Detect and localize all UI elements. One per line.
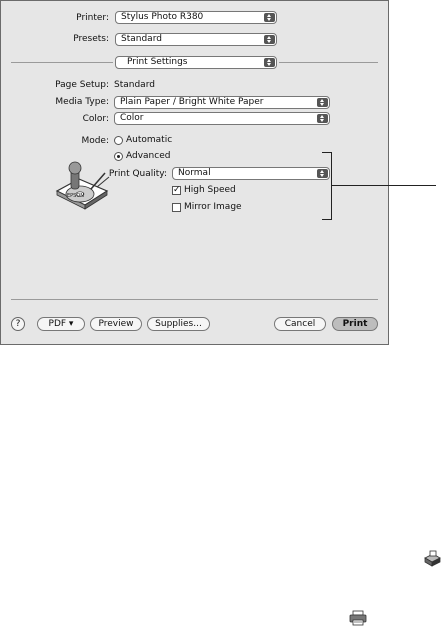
media-type-value: Plain Paper / Bright White Paper — [120, 97, 264, 107]
cancel-button[interactable]: Cancel — [274, 317, 326, 331]
high-speed-label: High Speed — [184, 185, 236, 195]
color-label: Color: — [82, 114, 109, 124]
color-value: Color — [120, 113, 144, 123]
presets-label: Presets: — [73, 34, 109, 44]
mode-automatic-radio[interactable] — [114, 136, 123, 145]
printer-label: Printer: — [76, 13, 109, 23]
media-type-label: Media Type: — [55, 97, 109, 107]
popup-arrows-icon — [317, 98, 328, 107]
page-setup-icon — [424, 550, 441, 567]
mode-label: Mode: — [81, 136, 109, 146]
presets-popup[interactable]: Standard — [115, 33, 277, 46]
popup-arrows-icon — [264, 58, 275, 67]
footer-separator — [11, 299, 378, 300]
page-setup-value: Standard — [114, 80, 155, 90]
print-quality-popup[interactable]: Normal — [172, 167, 330, 180]
panel-value: Print Settings — [127, 57, 188, 67]
callout-line — [331, 185, 436, 186]
media-type-popup[interactable]: Plain Paper / Bright White Paper — [114, 96, 330, 109]
print-button[interactable]: Print — [332, 317, 378, 331]
separator-left — [11, 62, 113, 63]
printer-value: Stylus Photo R380 — [121, 12, 204, 22]
high-speed-checkbox[interactable]: ✓ — [172, 186, 181, 195]
mode-advanced-radio[interactable] — [114, 152, 123, 161]
popup-arrows-icon — [317, 114, 328, 123]
preview-button[interactable]: Preview — [90, 317, 142, 331]
mirror-image-label: Mirror Image — [184, 202, 242, 212]
svg-text:EPSON: EPSON — [67, 193, 84, 199]
page-setup-label: Page Setup: — [55, 80, 109, 90]
popup-arrows-icon — [264, 35, 275, 44]
panel-popup[interactable]: Print Settings — [115, 56, 277, 69]
mode-automatic-label: Automatic — [126, 135, 173, 145]
mirror-image-checkbox[interactable] — [172, 203, 181, 212]
popup-arrows-icon — [264, 13, 275, 22]
callout-bracket — [322, 152, 332, 220]
print-quality-value: Normal — [178, 168, 211, 178]
print-quality-label: Print Quality: — [108, 169, 167, 179]
mode-advanced-label: Advanced — [126, 151, 171, 161]
supplies-button[interactable]: Supplies... — [147, 317, 210, 331]
help-button[interactable]: ? — [11, 317, 25, 331]
printer-icon — [349, 610, 367, 626]
pdf-button[interactable]: PDF ▾ — [37, 317, 85, 331]
color-popup[interactable]: Color — [114, 112, 330, 125]
printer-popup[interactable]: Stylus Photo R380 — [115, 11, 277, 24]
presets-value: Standard — [121, 34, 162, 44]
separator-right — [279, 62, 378, 63]
